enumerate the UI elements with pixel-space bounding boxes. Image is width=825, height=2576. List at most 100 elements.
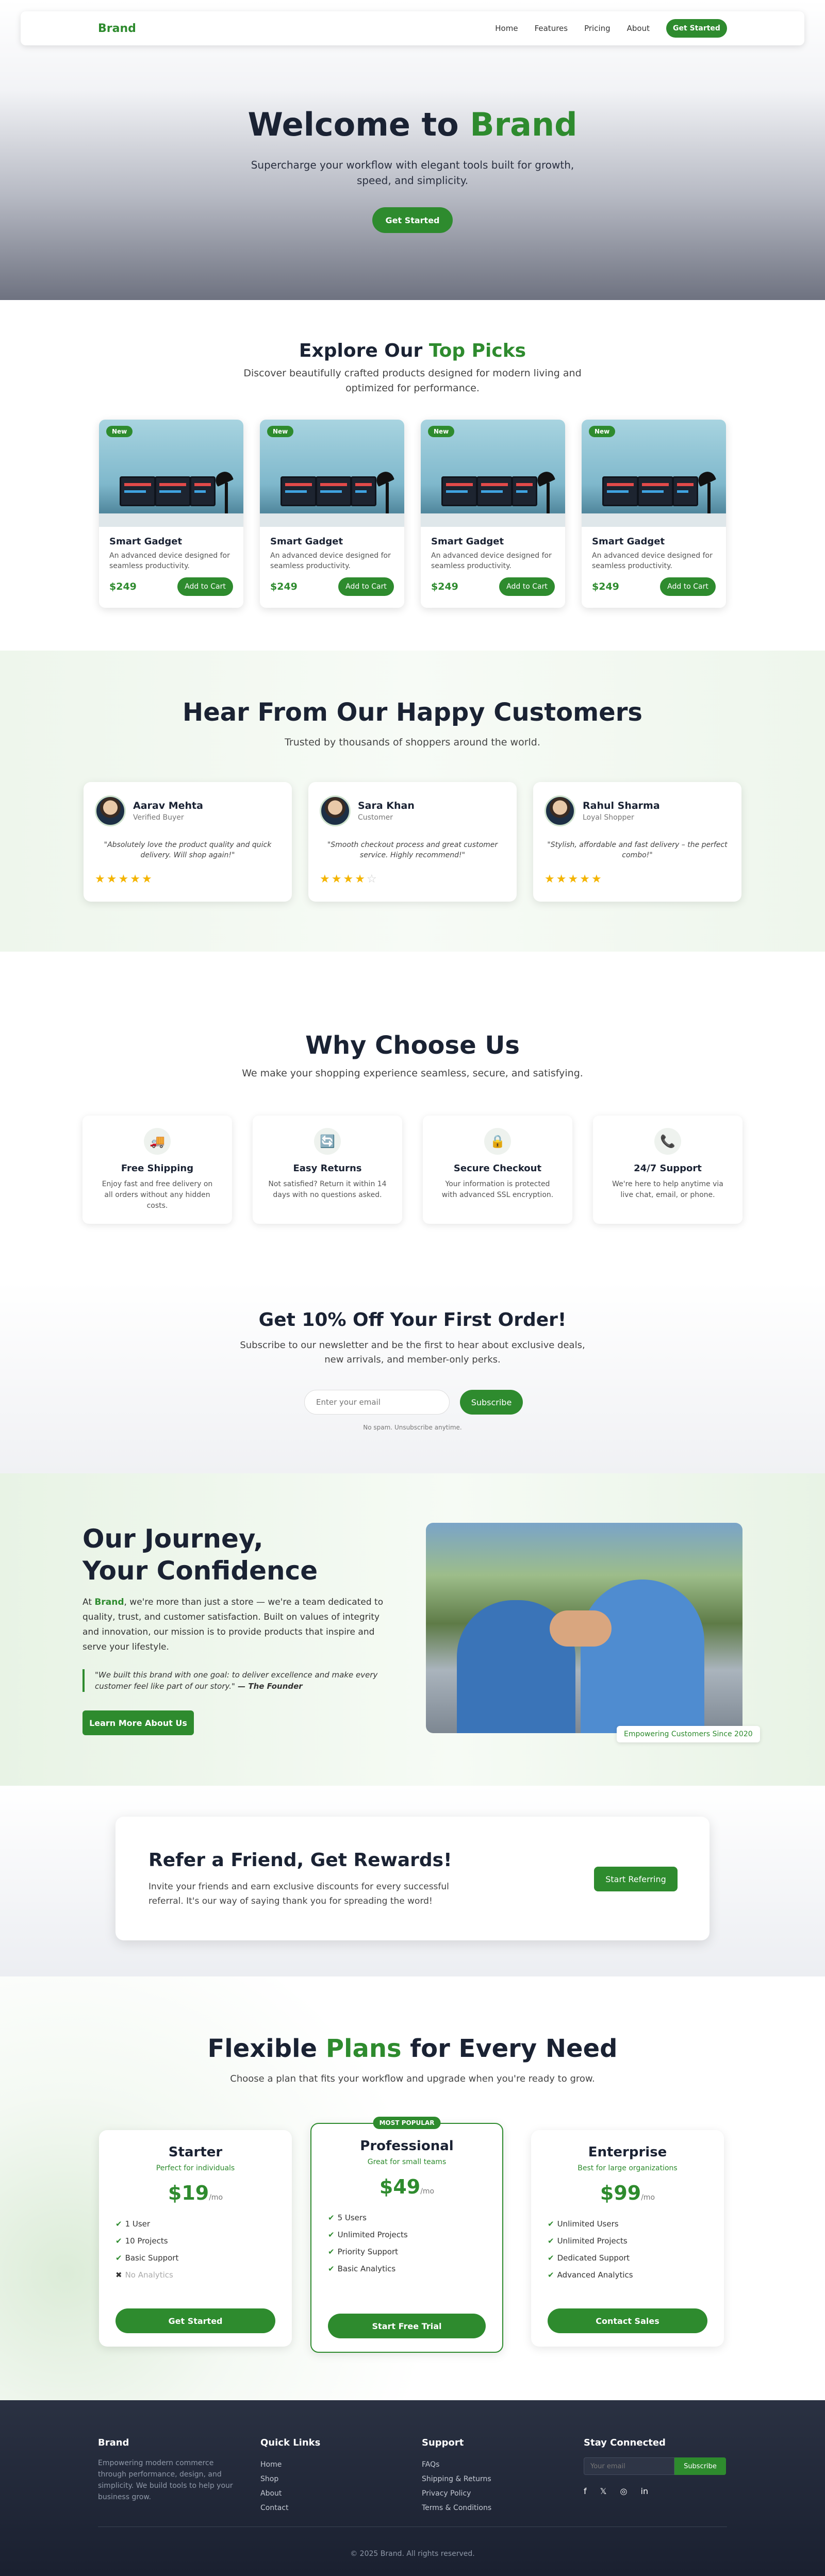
- footer-brand: Brand: [98, 2437, 129, 2448]
- testimonials-subtitle: Trusted by thousands of shoppers around …: [285, 737, 540, 748]
- learn-more-button[interactable]: Learn More About Us: [82, 1710, 194, 1735]
- pricing-card-enterprise: Enterprise Best for large organizations …: [531, 2130, 724, 2347]
- check-icon: ✔: [328, 2230, 335, 2239]
- add-to-cart-button[interactable]: Add to Cart: [177, 577, 233, 596]
- instagram-icon[interactable]: ◎: [620, 2486, 628, 2496]
- check-icon: ✔: [116, 2219, 122, 2229]
- picks-title: Explore Our Top Picks: [0, 340, 825, 361]
- plan-feature: ✔ Basic Analytics: [328, 2261, 502, 2278]
- plans-subtitle: Choose a plan that fits your workflow an…: [230, 2073, 595, 2084]
- monitor-graphic: [351, 476, 376, 506]
- linkedin-icon[interactable]: in: [641, 2486, 649, 2496]
- lock-icon: 🔒: [484, 1128, 511, 1155]
- feature-title: 24/7 Support: [634, 1163, 702, 1174]
- footer-link-contact[interactable]: Contact: [260, 2501, 320, 2515]
- nav-get-started-button[interactable]: Get Started: [666, 19, 727, 38]
- newsletter-title: Get 10% Off Your First Order!: [258, 1309, 567, 1331]
- review-quote: "Stylish, affordable and fast delivery –…: [547, 841, 728, 859]
- hero-title: Welcome to Brand: [0, 106, 825, 143]
- nav-link-about[interactable]: About: [627, 24, 650, 33]
- footer-stay-connected-col: Stay Connected Subscribe f 𝕏 ◎ in: [584, 2437, 726, 2496]
- plan-subtitle: Perfect for individuals: [156, 2164, 235, 2172]
- product-card[interactable]: New Smart Gadget An advanced device desi…: [421, 420, 565, 608]
- newsletter-form: Subscribe: [304, 1390, 523, 1415]
- plan-feature-label: Basic Support: [125, 2253, 179, 2263]
- check-icon: ✔: [328, 2213, 335, 2222]
- journey-caption-badge: Empowering Customers Since 2020: [617, 1726, 760, 1742]
- newsletter-subscribe-button[interactable]: Subscribe: [460, 1390, 523, 1415]
- footer-link-home[interactable]: Home: [260, 2457, 320, 2472]
- plan-cta-button[interactable]: Contact Sales: [548, 2308, 707, 2333]
- plan-subtitle: Best for large organizations: [578, 2164, 678, 2172]
- twitter-icon[interactable]: 𝕏: [600, 2486, 607, 2496]
- footer-link-shop[interactable]: Shop: [260, 2472, 320, 2486]
- hero-subtitle: Supercharge your workflow with elegant t…: [251, 159, 574, 187]
- feature-desc: Your information is protected with advan…: [441, 1180, 554, 1199]
- star-icon: ★: [106, 873, 119, 886]
- plan-subtitle: Great for small teams: [367, 2158, 447, 2166]
- plan-cta-button[interactable]: Start Free Trial: [328, 2314, 486, 2338]
- plans-title: Flexible Plans for Every Need: [0, 2034, 825, 2063]
- footer: Brand Empowering modern commerce through…: [0, 2400, 825, 2576]
- plan-features: ✔ 5 Users ✔ Unlimited Projects ✔ Priority Sup…: [328, 2209, 502, 2278]
- newsletter-email-input[interactable]: [304, 1390, 450, 1415]
- footer-link-shipping[interactable]: Shipping & Returns: [422, 2472, 491, 2486]
- facebook-icon[interactable]: f: [584, 2486, 587, 2496]
- lamp-stand-graphic: [386, 483, 389, 513]
- product-price: $249: [270, 581, 298, 592]
- footer-stay-title: Stay Connected: [584, 2437, 666, 2448]
- plan-cta-button[interactable]: Get Started: [116, 2308, 275, 2333]
- footer-subscribe-button[interactable]: Subscribe: [674, 2457, 726, 2475]
- star-icon: ★: [343, 873, 355, 886]
- hero-get-started-button[interactable]: Get Started: [372, 207, 453, 233]
- footer-link-about[interactable]: About: [260, 2486, 320, 2501]
- hero-title-brand: Brand: [470, 106, 578, 143]
- check-icon: ✔: [116, 2253, 122, 2263]
- product-card[interactable]: New Smart Gadget An advanced device desi…: [99, 420, 243, 608]
- newsletter-section: Get 10% Off Your First Order! Subscribe …: [0, 1282, 825, 1473]
- plan-feature: ✔ Unlimited Projects: [548, 2233, 724, 2250]
- footer-email-input[interactable]: [584, 2457, 674, 2475]
- product-card[interactable]: New Smart Gadget An advanced device desi…: [260, 420, 404, 608]
- footer-link-terms[interactable]: Terms & Conditions: [422, 2501, 491, 2515]
- product-price: $249: [592, 581, 619, 592]
- phone-icon: 📞: [654, 1128, 681, 1155]
- why-title: Why Choose Us: [305, 1031, 520, 1060]
- plan-feature-label: Dedicated Support: [557, 2253, 630, 2263]
- footer-support-col: Support FAQs Shipping & Returns Privacy …: [422, 2437, 491, 2515]
- feature-title: Free Shipping: [121, 1163, 194, 1174]
- team-hands-image: [426, 1523, 742, 1733]
- add-to-cart-button[interactable]: Add to Cart: [660, 577, 716, 596]
- reviewer-name: Rahul Sharma: [583, 800, 660, 811]
- product-image: New: [99, 420, 243, 527]
- monitor-graphic: [512, 476, 537, 506]
- plan-features: ✔ 1 User ✔ 10 Projects ✔ Basic Support ✖ No Ana…: [116, 2216, 292, 2284]
- check-icon: ✔: [328, 2264, 335, 2273]
- star-rating: ★★★★★: [95, 873, 280, 886]
- footer-link-faqs[interactable]: FAQs: [422, 2457, 491, 2472]
- nav-link-home[interactable]: Home: [495, 24, 518, 33]
- nav-link-pricing[interactable]: Pricing: [584, 24, 610, 33]
- footer-support-title: Support: [422, 2437, 464, 2448]
- reviewer-name: Aarav Mehta: [133, 800, 203, 811]
- star-icon: ★: [580, 873, 591, 886]
- brand-logo[interactable]: Brand: [98, 22, 136, 35]
- footer-newsletter-form: Subscribe: [584, 2457, 726, 2475]
- footer-copyright: © 2025 Brand. All rights reserved.: [350, 2550, 475, 2558]
- product-card[interactable]: New Smart Gadget An advanced device desi…: [582, 420, 726, 608]
- add-to-cart-button[interactable]: Add to Cart: [338, 577, 394, 596]
- nav-link-features[interactable]: Features: [535, 24, 568, 33]
- referral-text: Invite your friends and earn exclusive d…: [148, 1882, 449, 1906]
- footer-link-privacy[interactable]: Privacy Policy: [422, 2486, 491, 2501]
- desk-graphic: [582, 513, 726, 527]
- new-badge: New: [428, 426, 455, 437]
- start-referring-button[interactable]: Start Referring: [594, 1867, 678, 1891]
- reviewer-role: Customer: [358, 813, 393, 822]
- monitor-graphic: [120, 476, 156, 506]
- star-rating: ★★★★★: [544, 873, 730, 886]
- plans-title-suffix: for Every Need: [401, 2034, 618, 2063]
- testimonials-title: Hear From Our Happy Customers: [183, 698, 642, 727]
- plan-feature: ✖ No Analytics: [116, 2267, 292, 2284]
- add-to-cart-button[interactable]: Add to Cart: [499, 577, 555, 596]
- pricing-card-professional: MOST POPULAR Professional Great for smal…: [310, 2117, 503, 2353]
